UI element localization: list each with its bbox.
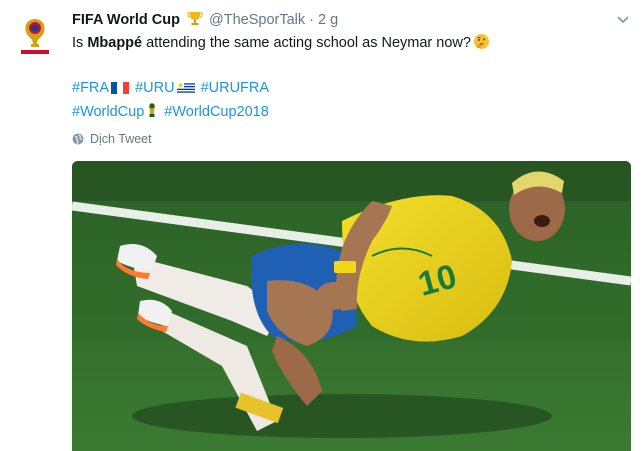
hashtag-urufra[interactable]: #URUFRA: [201, 80, 269, 96]
separator: ·: [309, 12, 314, 28]
hashtags-line-1: #FRA #URU #URUFRA: [72, 77, 269, 101]
tweet-text-bold: Mbappé: [87, 35, 143, 51]
hashtag-worldcup[interactable]: #WorldCup: [72, 104, 144, 120]
trophy-icon: [187, 10, 203, 26]
account-handle[interactable]: @TheSporTalk: [209, 12, 305, 28]
france-flag-icon: [111, 79, 130, 101]
world-cup-trophy-icon: [146, 102, 158, 125]
thinking-face-icon: [473, 33, 490, 50]
tweet-timestamp[interactable]: 2 g: [318, 12, 338, 28]
globe-icon: [72, 133, 84, 145]
hashtag-uru[interactable]: #URU: [135, 80, 174, 96]
tweet-text-start: Is: [72, 35, 88, 51]
tweet-text: Is Mbappé attending the same acting scho…: [72, 33, 490, 53]
tweet-photo[interactable]: 10: [72, 161, 631, 451]
tweet-header: FIFA World Cup @TheSporTalk · 2 g: [72, 10, 338, 30]
hashtags: #FRA #URU #URUFRA #WorldCup #WorldCup2018: [72, 77, 269, 125]
hashtag-worldcup2018[interactable]: #WorldCup2018: [164, 104, 269, 120]
fifa-world-cup-logo-icon[interactable]: [12, 13, 58, 59]
uruguay-flag-icon: [176, 79, 195, 101]
neymar-photo-illustration: 10: [72, 161, 631, 451]
hashtags-line-2: #WorldCup #WorldCup2018: [72, 101, 269, 125]
translate-tweet[interactable]: Dịch Tweet: [72, 131, 152, 147]
account-name[interactable]: FIFA World Cup: [72, 12, 180, 28]
tweet-card[interactable]: FIFA World Cup @TheSporTalk · 2 g Is Mba…: [0, 0, 644, 451]
translate-label: Dịch Tweet: [90, 132, 152, 146]
hashtag-fra[interactable]: #FRA: [72, 80, 109, 96]
tweet-text-end: attending the same acting school as Neym…: [142, 35, 471, 51]
chevron-down-icon[interactable]: [616, 12, 630, 26]
